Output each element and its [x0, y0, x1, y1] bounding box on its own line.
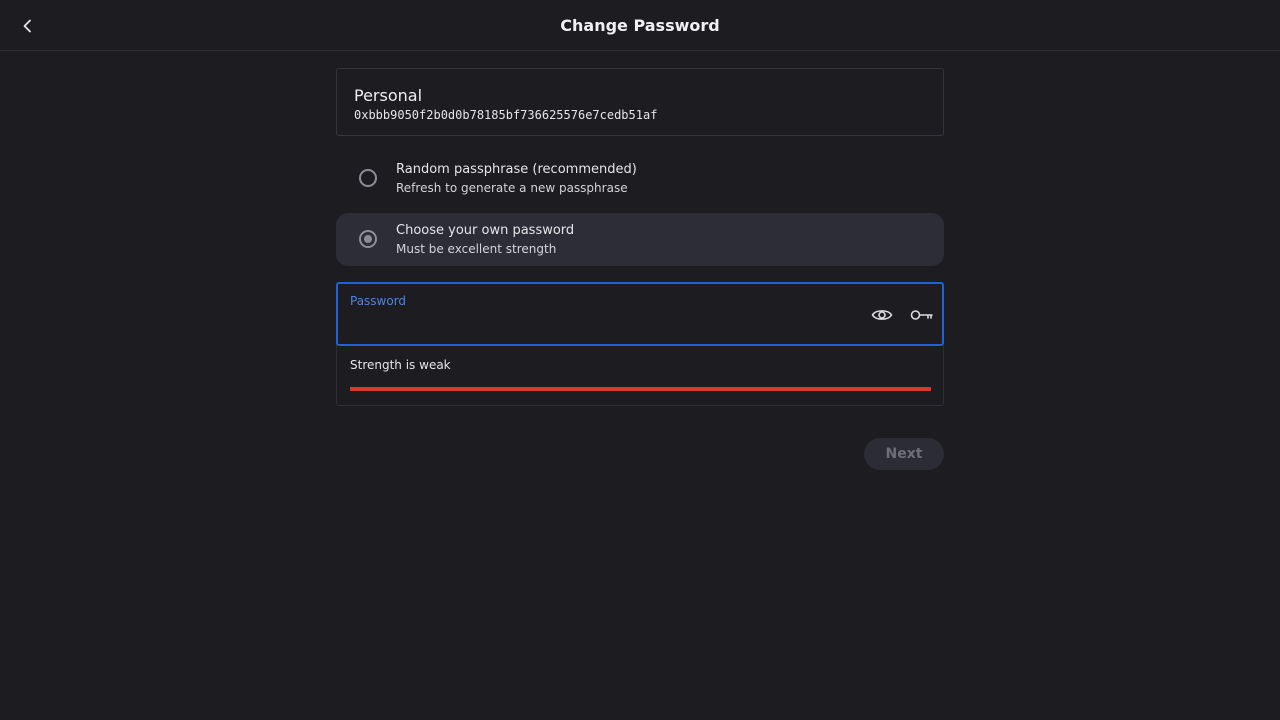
strength-text: Strength is weak — [350, 358, 451, 372]
radio-random-passphrase[interactable] — [359, 169, 377, 187]
password-input[interactable] — [350, 314, 850, 338]
account-name: Personal — [354, 86, 423, 105]
radio-selected-dot — [364, 235, 372, 243]
radio-own-password[interactable] — [359, 230, 377, 248]
strength-bar-fill — [350, 387, 931, 391]
strength-meter: Strength is weak — [336, 345, 944, 406]
key-icon — [910, 310, 933, 320]
page-title: Change Password — [560, 16, 720, 35]
account-address: 0xbbb9050f2b0d0b78185bf736625576e7cedb51… — [354, 108, 658, 122]
next-button[interactable]: Next — [864, 438, 944, 470]
option-subtitle: Must be excellent strength — [396, 242, 557, 256]
option-subtitle: Refresh to generate a new passphrase — [396, 181, 628, 195]
account-card: Personal 0xbbb9050f2b0d0b78185bf73662557… — [336, 68, 944, 136]
generate-password-button[interactable] — [908, 301, 936, 329]
option-own-password[interactable]: Choose your own password Must be excelle… — [336, 213, 944, 266]
option-random-passphrase[interactable]: Random passphrase (recommended) Refresh … — [336, 152, 944, 205]
password-label: Password — [350, 294, 407, 308]
eye-icon — [871, 310, 893, 320]
option-title: Random passphrase (recommended) — [396, 162, 637, 177]
password-field[interactable]: Password — [336, 282, 944, 346]
option-title: Choose your own password — [396, 223, 575, 238]
strength-track — [350, 387, 931, 391]
header-bar: Change Password — [0, 0, 1280, 51]
show-password-button[interactable] — [868, 301, 896, 329]
